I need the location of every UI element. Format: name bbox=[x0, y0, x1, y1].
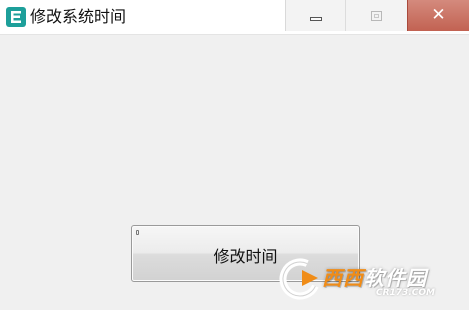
maximize-icon bbox=[371, 10, 382, 21]
app-window: 修改系统时间 ✕ 修改时间 西西软件园 CR173.COM bbox=[0, 0, 469, 310]
window-title: 修改系统时间 bbox=[30, 7, 127, 26]
modify-time-button-label: 修改时间 bbox=[213, 246, 278, 266]
app-glyph-icon bbox=[11, 11, 21, 23]
focus-indicator bbox=[136, 230, 139, 235]
title-bar[interactable]: 修改系统时间 ✕ bbox=[0, 0, 469, 35]
close-icon: ✕ bbox=[431, 5, 446, 25]
minimize-icon bbox=[309, 16, 322, 21]
app-icon[interactable] bbox=[6, 7, 26, 27]
minimize-button[interactable] bbox=[285, 0, 345, 31]
modify-time-button[interactable]: 修改时间 bbox=[131, 225, 360, 282]
maximize-button[interactable] bbox=[345, 0, 407, 31]
close-button[interactable]: ✕ bbox=[407, 0, 469, 31]
